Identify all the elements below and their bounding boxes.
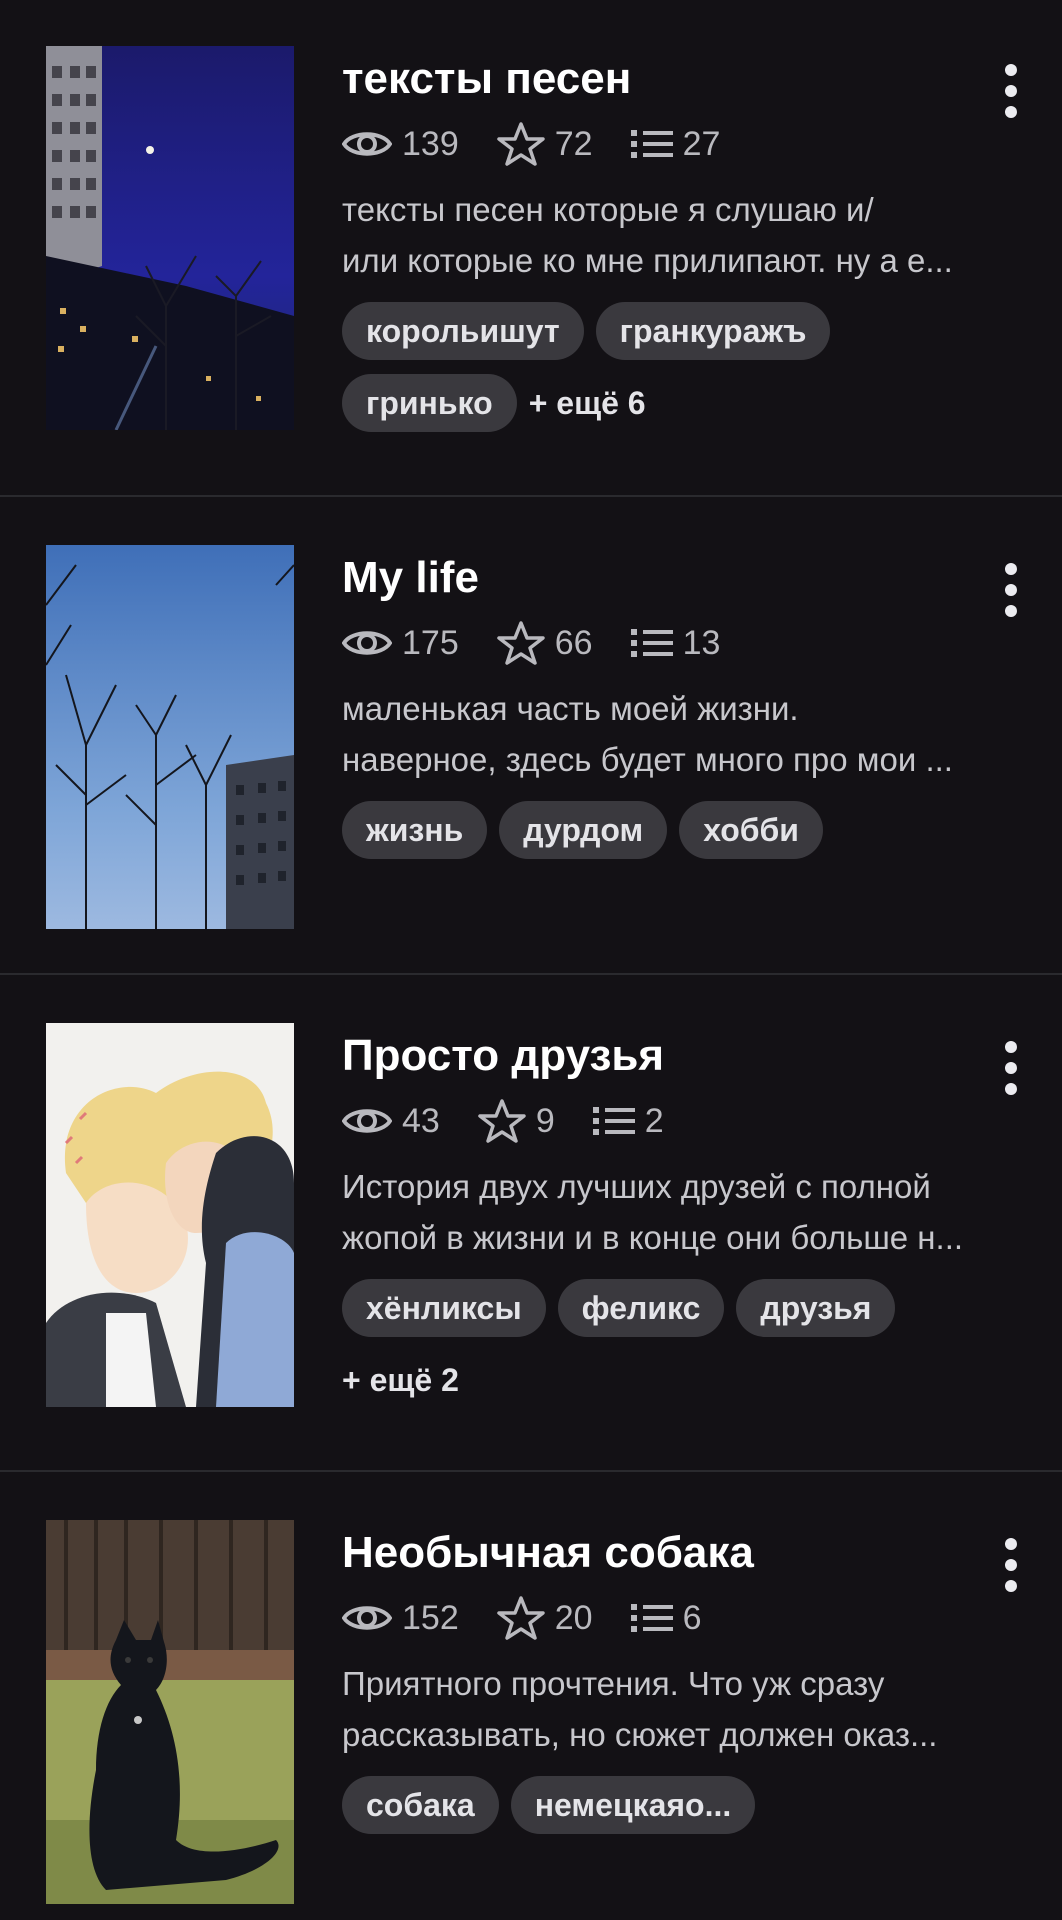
cover-night-sky-image — [46, 46, 294, 430]
story-stats: 139 72 27 — [342, 114, 982, 174]
tag[interactable]: корольишут — [342, 302, 584, 360]
eye-icon — [342, 631, 392, 655]
star-icon — [496, 122, 545, 166]
stars-stat: 72 — [496, 121, 593, 167]
story-info: Необычная собака 152 20 6 Приятного проч… — [342, 1520, 982, 1848]
eye-icon — [342, 1109, 392, 1133]
tag-list: собака немецкаяо... — [342, 1776, 992, 1848]
tag[interactable]: хёнликсы — [342, 1279, 546, 1337]
cover-anime-couple-image — [46, 1023, 294, 1407]
stars-count: 9 — [535, 1101, 555, 1140]
story-info: My life 175 66 13 маленькая часть моей ж… — [342, 545, 982, 873]
views-count: 139 — [402, 124, 459, 163]
description-line: наверное, здесь будет много про мои ... — [342, 741, 953, 778]
parts-count: 27 — [682, 124, 721, 163]
tag[interactable]: немецкаяо... — [510, 1776, 756, 1834]
views-count: 175 — [402, 623, 459, 662]
tag[interactable]: жизнь — [342, 801, 488, 859]
story-card[interactable]: Просто друзья 43 9 2 История двух лучших… — [0, 975, 1062, 1472]
story-title[interactable]: Необычная собака — [342, 1520, 982, 1586]
star-icon — [496, 621, 545, 665]
tag[interactable]: дурдом — [499, 801, 668, 859]
list-icon — [630, 130, 673, 158]
tag[interactable]: гранкуражъ — [595, 302, 831, 360]
star-icon — [496, 1596, 545, 1640]
story-cover[interactable] — [46, 46, 294, 430]
tag[interactable]: хобби — [679, 801, 823, 859]
parts-stat: 27 — [630, 124, 721, 164]
description-line: История двух лучших друзей с полной — [342, 1168, 931, 1205]
description-line: жопой в жизни и в конце они больше н... — [342, 1219, 964, 1256]
more-vertical-icon[interactable] — [996, 563, 1026, 617]
list-icon — [592, 1107, 635, 1135]
cover-trees-sky-image — [46, 545, 294, 929]
parts-count: 6 — [682, 1598, 702, 1637]
story-title[interactable]: Просто друзья — [342, 1023, 982, 1089]
more-vertical-icon[interactable] — [996, 1538, 1026, 1592]
more-vertical-icon[interactable] — [996, 64, 1026, 118]
list-icon — [630, 1604, 673, 1632]
story-info: Просто друзья 43 9 2 История двух лучших… — [342, 1023, 982, 1423]
parts-stat: 2 — [592, 1101, 664, 1141]
parts-stat: 13 — [630, 623, 721, 663]
story-stats: 43 9 2 — [342, 1091, 982, 1151]
tag-list: жизнь дурдом хобби — [342, 801, 992, 873]
description-line: Приятного прочтения. Что уж сразу — [342, 1665, 885, 1702]
cover-black-dog-image — [46, 1520, 294, 1904]
story-description[interactable]: маленькая часть моей жизни. наверное, зд… — [342, 683, 1002, 785]
views-stat: 139 — [342, 125, 459, 164]
story-card[interactable]: Необычная собака 152 20 6 Приятного проч… — [0, 1472, 1062, 1920]
views-stat: 43 — [342, 1102, 440, 1141]
tag[interactable]: феликс — [557, 1279, 725, 1337]
stars-count: 20 — [554, 1598, 593, 1637]
story-cover[interactable] — [46, 545, 294, 929]
more-tags-link[interactable]: + ещё 2 — [342, 1351, 459, 1409]
tag-list: хёнликсы феликс друзья + ещё 2 — [342, 1279, 992, 1423]
description-line: маленькая часть моей жизни. — [342, 690, 799, 727]
story-stats: 152 20 6 — [342, 1588, 982, 1648]
eye-icon — [342, 132, 392, 156]
star-icon — [478, 1099, 526, 1143]
story-card[interactable]: тексты песен 139 72 27 тексты песен кото… — [0, 0, 1062, 497]
parts-stat: 6 — [630, 1598, 702, 1638]
story-title[interactable]: тексты песен — [342, 46, 982, 112]
story-card[interactable]: My life 175 66 13 маленькая часть моей ж… — [0, 497, 1062, 975]
stars-stat: 66 — [496, 620, 593, 666]
tag-list: корольишут гранкуражъ гринько + ещё 6 — [342, 302, 992, 446]
list-icon — [630, 629, 673, 657]
eye-icon — [342, 1606, 392, 1630]
story-description[interactable]: История двух лучших друзей с полной жопо… — [342, 1161, 1002, 1263]
story-description[interactable]: Приятного прочтения. Что уж сразу расска… — [342, 1658, 1002, 1760]
stars-count: 66 — [554, 623, 593, 662]
views-stat: 175 — [342, 624, 459, 663]
description-line: тексты песен которые я слушаю и/ — [342, 191, 874, 228]
story-stats: 175 66 13 — [342, 613, 982, 673]
description-line: или которые ко мне прилипают. ну а е... — [342, 242, 953, 279]
more-vertical-icon[interactable] — [996, 1041, 1026, 1095]
story-title[interactable]: My life — [342, 545, 982, 611]
views-count: 43 — [402, 1101, 440, 1140]
story-cover[interactable] — [46, 1023, 294, 1407]
story-description[interactable]: тексты песен которые я слушаю и/ или кот… — [342, 184, 1002, 286]
story-list: тексты песен 139 72 27 тексты песен кото… — [0, 0, 1062, 1920]
stars-count: 72 — [554, 124, 593, 163]
tag[interactable]: друзья — [736, 1279, 896, 1337]
parts-count: 13 — [682, 623, 721, 662]
stars-stat: 20 — [496, 1595, 593, 1641]
views-stat: 152 — [342, 1599, 459, 1638]
tag[interactable]: гринько — [342, 374, 517, 432]
description-line: рассказывать, но сюжет должен оказ... — [342, 1716, 938, 1753]
views-count: 152 — [402, 1598, 459, 1637]
story-info: тексты песен 139 72 27 тексты песен кото… — [342, 46, 982, 446]
story-cover[interactable] — [46, 1520, 294, 1904]
parts-count: 2 — [644, 1101, 664, 1140]
stars-stat: 9 — [478, 1098, 555, 1144]
tag[interactable]: собака — [342, 1776, 499, 1834]
more-tags-link[interactable]: + ещё 6 — [529, 374, 646, 432]
